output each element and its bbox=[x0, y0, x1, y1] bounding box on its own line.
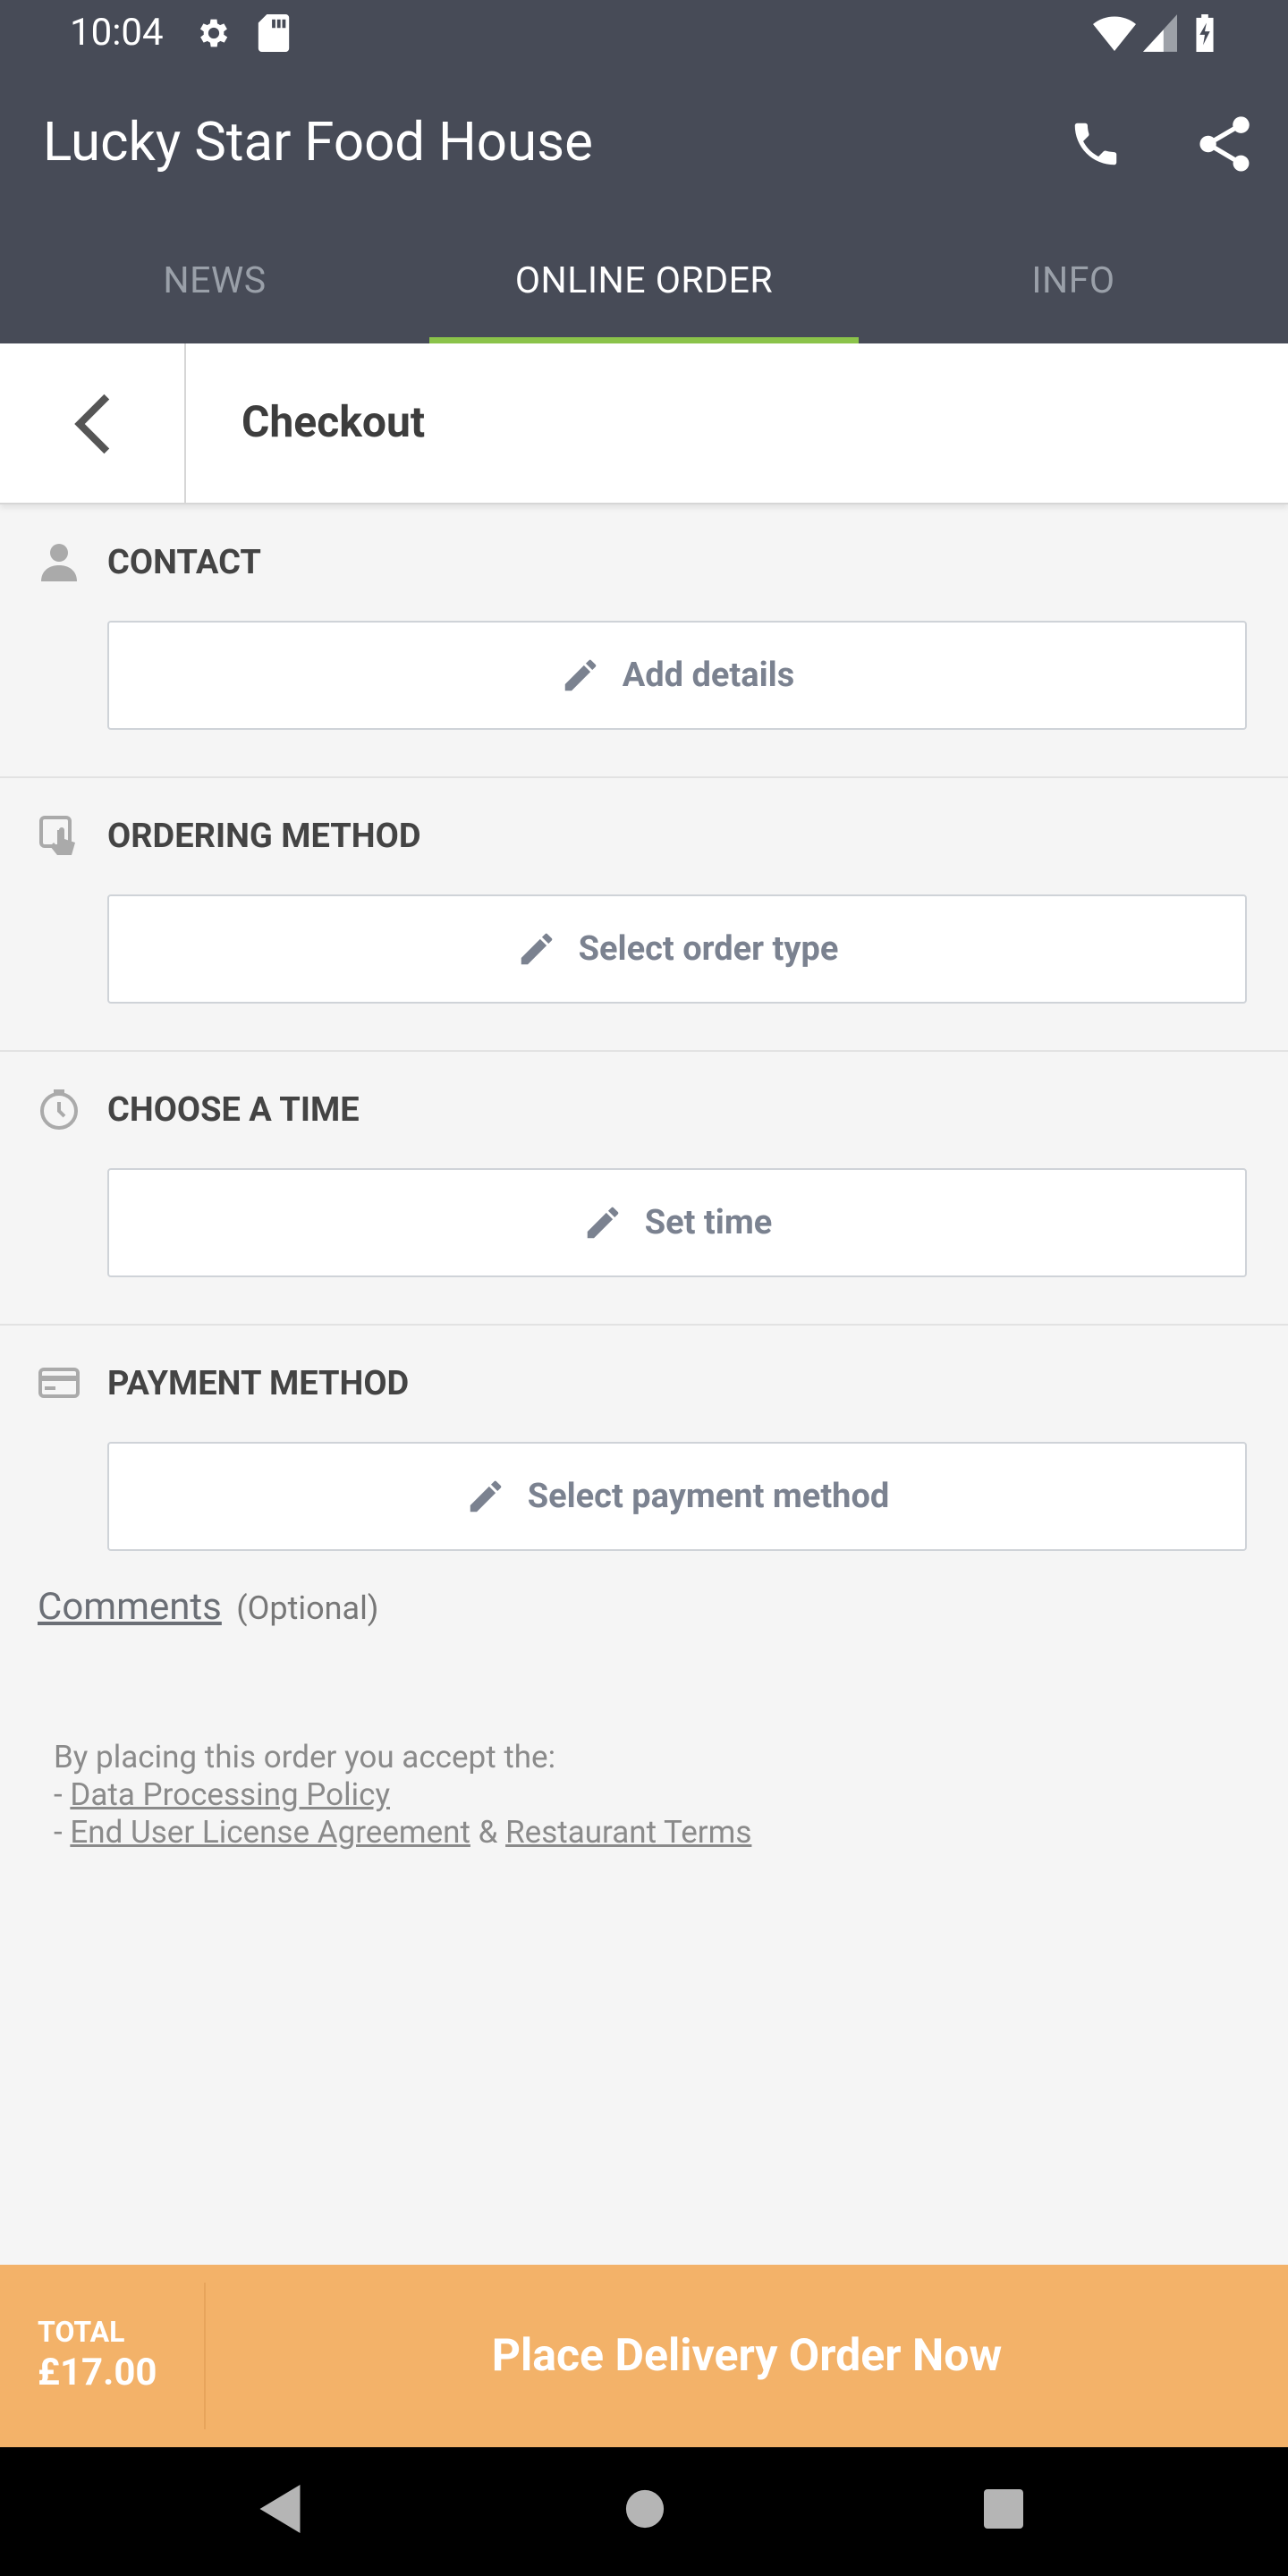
battery-icon bbox=[1193, 14, 1216, 55]
tab-online-order[interactable]: ONLINE ORDER bbox=[429, 218, 859, 343]
contact-section: CONTACT Add details bbox=[0, 504, 1288, 778]
nav-recents-icon[interactable] bbox=[982, 2485, 1025, 2537]
data-policy-link[interactable]: Data Processing Policy bbox=[70, 1776, 390, 1813]
section-title: PAYMENT METHOD bbox=[107, 1364, 410, 1403]
comments-optional: (Optional) bbox=[236, 1589, 379, 1627]
button-label: Set time bbox=[644, 1203, 773, 1242]
tab-news[interactable]: NEWS bbox=[0, 218, 429, 343]
app-title: Lucky Star Food House bbox=[43, 110, 593, 174]
total-label: TOTAL bbox=[38, 2315, 125, 2349]
clock-icon bbox=[40, 1089, 78, 1130]
button-label: Add details bbox=[622, 656, 795, 695]
page-title: Checkout bbox=[242, 396, 426, 447]
system-nav-bar bbox=[0, 2447, 1288, 2576]
tab-info[interactable]: INFO bbox=[859, 218, 1288, 343]
pencil-icon bbox=[564, 659, 596, 691]
share-icon bbox=[1199, 116, 1250, 172]
total-value: £17.00 bbox=[38, 2351, 157, 2394]
person-icon bbox=[41, 544, 77, 581]
phone-icon bbox=[1074, 123, 1117, 165]
checkout-header: Checkout bbox=[0, 343, 1288, 504]
nav-home-icon[interactable] bbox=[624, 2485, 665, 2537]
payment-method-section: PAYMENT METHOD Select payment method bbox=[0, 1326, 1288, 1599]
restaurant-terms-link[interactable]: Restaurant Terms bbox=[505, 1814, 751, 1851]
tab-bar: NEWS ONLINE ORDER INFO bbox=[0, 218, 1288, 343]
button-label: Select order type bbox=[578, 929, 839, 969]
settings-icon bbox=[195, 14, 233, 55]
section-title: CONTACT bbox=[107, 543, 261, 582]
add-details-button[interactable]: Add details bbox=[107, 621, 1247, 730]
terms-dash: - bbox=[54, 1814, 71, 1851]
pencil-icon bbox=[587, 1207, 618, 1239]
choose-time-section: CHOOSE A TIME Set time bbox=[0, 1052, 1288, 1326]
tap-icon bbox=[39, 816, 75, 855]
signal-icon bbox=[1143, 14, 1177, 55]
pencil-icon bbox=[521, 933, 552, 965]
section-title: CHOOSE A TIME bbox=[107, 1090, 360, 1130]
nav-back-icon[interactable] bbox=[259, 2485, 301, 2537]
select-payment-method-button[interactable]: Select payment method bbox=[107, 1442, 1247, 1551]
terms-text: By placing this order you accept the: - … bbox=[54, 1739, 751, 1852]
select-order-type-button[interactable]: Select order type bbox=[107, 894, 1247, 1004]
eula-link[interactable]: End User License Agreement bbox=[70, 1814, 470, 1851]
status-time: 10:04 bbox=[70, 11, 164, 55]
phone-button[interactable] bbox=[1055, 104, 1136, 184]
ordering-method-section: ORDERING METHOD Select order type bbox=[0, 778, 1288, 1052]
chevron-left-icon bbox=[74, 394, 110, 454]
set-time-button[interactable]: Set time bbox=[107, 1168, 1247, 1277]
section-title: ORDERING METHOD bbox=[107, 817, 421, 856]
app-bar: Lucky Star Food House bbox=[0, 66, 1288, 218]
share-button[interactable] bbox=[1184, 104, 1265, 184]
status-bar: 10:04 bbox=[0, 0, 1288, 66]
pencil-icon bbox=[470, 1480, 501, 1513]
back-button[interactable] bbox=[0, 343, 186, 504]
button-label: Select payment method bbox=[527, 1477, 890, 1516]
place-order-button[interactable]: Place Delivery Order Now bbox=[206, 2265, 1288, 2447]
wifi-icon bbox=[1093, 14, 1136, 55]
comments-row: Comments (Optional) bbox=[38, 1585, 378, 1629]
order-bar: TOTAL £17.00 Place Delivery Order Now bbox=[0, 2265, 1288, 2447]
terms-dash: - bbox=[54, 1776, 71, 1813]
card-icon bbox=[38, 1368, 80, 1398]
sd-card-icon bbox=[258, 14, 290, 55]
terms-ampersand: & bbox=[470, 1814, 506, 1851]
terms-intro: By placing this order you accept the: bbox=[54, 1739, 556, 1775]
comments-link[interactable]: Comments bbox=[38, 1585, 222, 1629]
